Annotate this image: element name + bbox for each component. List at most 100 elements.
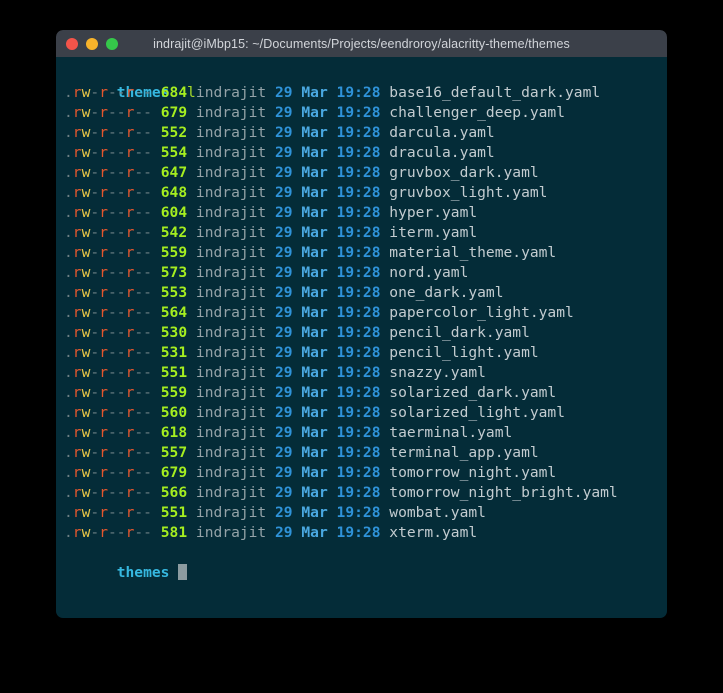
file-owner: indrajit [195,124,267,141]
close-button[interactable] [66,37,78,50]
file-name[interactable]: gruvbox_dark.yaml [389,164,538,181]
file-owner: indrajit [195,284,267,301]
file-name[interactable]: pencil_dark.yaml [389,324,530,341]
file-time: 19:28 [336,424,381,441]
file-owner: indrajit [195,224,267,241]
file-name[interactable]: xterm.yaml [389,524,477,541]
window-titlebar[interactable]: indrajit@iMbp15: ~/Documents/Projects/ee… [56,30,667,57]
file-day: 29 [275,404,293,421]
file-time: 19:28 [336,504,381,521]
file-permissions: .rw-r--r-- [64,144,152,161]
file-day: 29 [275,264,293,281]
file-permissions: .rw-r--r-- [64,344,152,361]
table-row: .rw-r--r-- 542 indrajit 29 Mar 19:28 ite… [56,223,667,243]
table-row: .rw-r--r-- 573 indrajit 29 Mar 19:28 nor… [56,263,667,283]
table-row: .rw-r--r-- 553 indrajit 29 Mar 19:28 one… [56,283,667,303]
file-permissions: .rw-r--r-- [64,484,152,501]
file-day: 29 [275,324,293,341]
file-size: 551 [160,364,188,381]
file-name[interactable]: one_dark.yaml [389,284,503,301]
file-time: 19:28 [336,324,381,341]
file-owner: indrajit [195,324,267,341]
file-time: 19:28 [336,124,381,141]
file-size: 551 [160,504,188,521]
file-owner: indrajit [195,424,267,441]
file-owner: indrajit [195,344,267,361]
file-time: 19:28 [336,204,381,221]
file-name[interactable]: taerminal.yaml [389,424,512,441]
file-time: 19:28 [336,264,381,281]
table-row: .rw-r--r-- 679 indrajit 29 Mar 19:28 tom… [56,463,667,483]
file-name[interactable]: material_theme.yaml [389,244,556,261]
file-size: 542 [160,224,188,241]
minimize-button[interactable] [86,37,98,50]
file-name[interactable]: terminal_app.yaml [389,444,538,461]
file-month: Mar [301,404,328,421]
table-row: .rw-r--r-- 554 indrajit 29 Mar 19:28 dra… [56,143,667,163]
file-size: 647 [160,164,188,181]
file-permissions: .rw-r--r-- [64,324,152,341]
file-permissions: .rw-r--r-- [64,404,152,421]
file-name[interactable]: pencil_light.yaml [389,344,538,361]
file-permissions: .rw-r--r-- [64,84,152,101]
file-name[interactable]: challenger_deep.yaml [389,104,565,121]
file-permissions: .rw-r--r-- [64,224,152,241]
file-name[interactable]: darcula.yaml [389,124,494,141]
file-name[interactable]: hyper.yaml [389,204,477,221]
file-name[interactable]: dracula.yaml [389,144,494,161]
file-time: 19:28 [336,164,381,181]
file-time: 19:28 [336,384,381,401]
file-owner: indrajit [195,524,267,541]
table-row: .rw-r--r-- 647 indrajit 29 Mar 19:28 gru… [56,163,667,183]
file-name[interactable]: tomorrow_night_bright.yaml [389,484,617,501]
file-size: 573 [160,264,188,281]
file-name[interactable]: wombat.yaml [389,504,486,521]
file-day: 29 [275,384,293,401]
file-day: 29 [275,484,293,501]
file-name[interactable]: tomorrow_night.yaml [389,464,556,481]
file-time: 19:28 [336,344,381,361]
file-permissions: .rw-r--r-- [64,444,152,461]
file-time: 19:28 [336,444,381,461]
file-time: 19:28 [336,84,381,101]
file-time: 19:28 [336,404,381,421]
file-name[interactable]: iterm.yaml [389,224,477,241]
file-day: 29 [275,124,293,141]
file-name[interactable]: base16_default_dark.yaml [389,84,600,101]
file-time: 19:28 [336,304,381,321]
file-permissions: .rw-r--r-- [64,384,152,401]
file-size: 679 [160,464,188,481]
file-name[interactable]: gruvbox_light.yaml [389,184,547,201]
file-name[interactable]: solarized_light.yaml [389,404,565,421]
file-permissions: .rw-r--r-- [64,184,152,201]
prompt-line-top: themes l [56,63,667,101]
file-month: Mar [301,424,328,441]
file-time: 19:28 [336,104,381,121]
file-name[interactable]: snazzy.yaml [389,364,486,381]
file-permissions: .rw-r--r-- [64,264,152,281]
terminal-window: indrajit@iMbp15: ~/Documents/Projects/ee… [56,30,667,618]
file-permissions: .rw-r--r-- [64,124,152,141]
file-permissions: .rw-r--r-- [64,204,152,221]
terminal-body[interactable]: themes l .rw-r--r-- 684 indrajit 29 Mar … [56,57,667,618]
file-size: 618 [160,424,188,441]
file-month: Mar [301,204,328,221]
file-permissions: .rw-r--r-- [64,244,152,261]
file-time: 19:28 [336,284,381,301]
table-row: .rw-r--r-- 564 indrajit 29 Mar 19:28 pap… [56,303,667,323]
file-month: Mar [301,484,328,501]
file-owner: indrajit [195,184,267,201]
file-size: 554 [160,144,188,161]
file-owner: indrajit [195,504,267,521]
file-owner: indrajit [195,304,267,321]
zoom-button[interactable] [106,37,118,50]
table-row: .rw-r--r-- 648 indrajit 29 Mar 19:28 gru… [56,183,667,203]
file-name[interactable]: solarized_dark.yaml [389,384,556,401]
file-time: 19:28 [336,524,381,541]
file-name[interactable]: nord.yaml [389,264,468,281]
table-row: .rw-r--r-- 604 indrajit 29 Mar 19:28 hyp… [56,203,667,223]
file-owner: indrajit [195,364,267,381]
file-name[interactable]: papercolor_light.yaml [389,304,574,321]
file-owner: indrajit [195,264,267,281]
file-size: 564 [160,304,188,321]
